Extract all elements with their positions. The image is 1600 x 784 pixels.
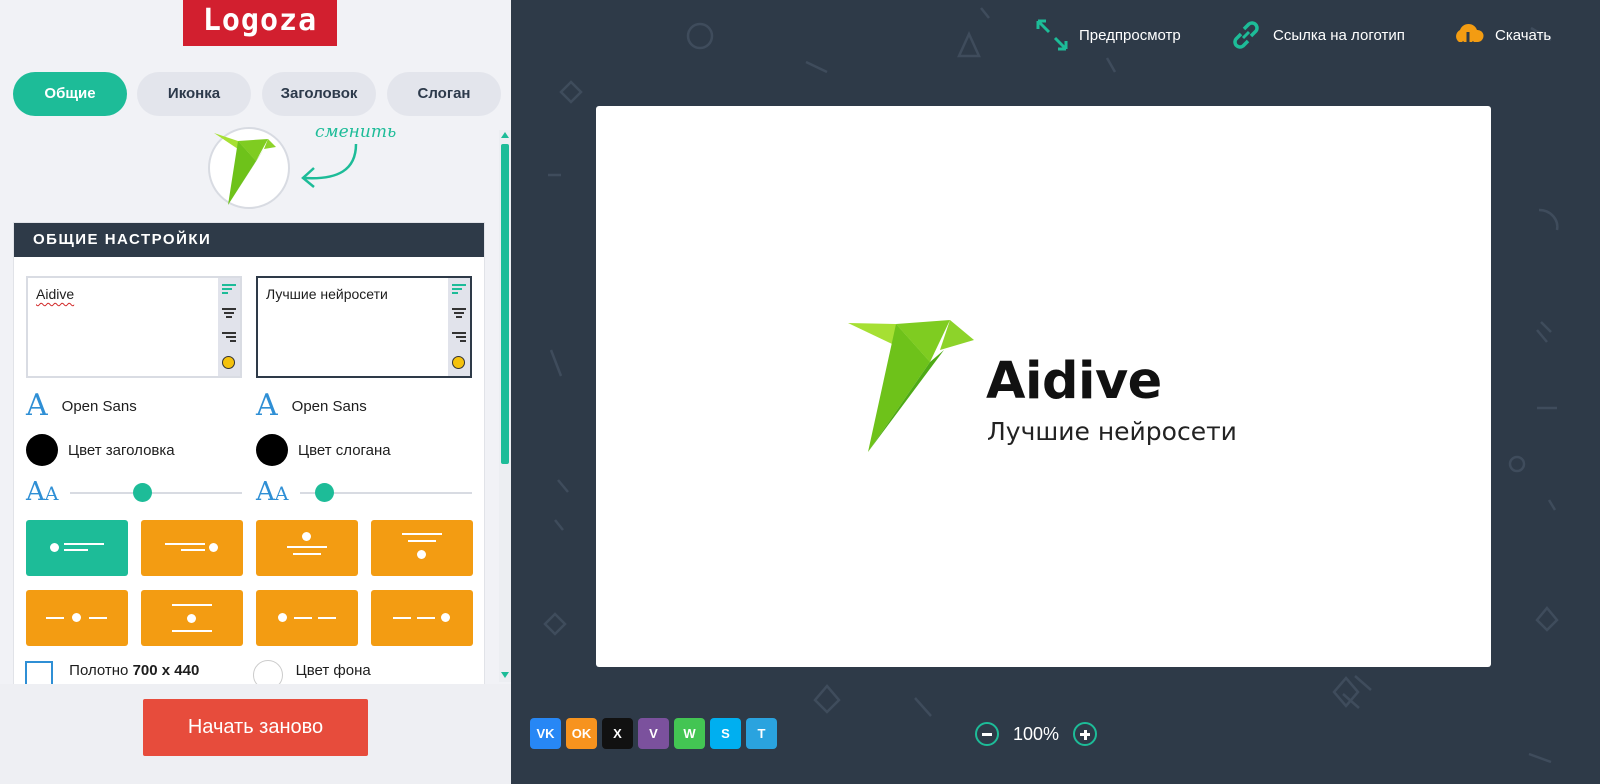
- layout-icon-inline-center[interactable]: [26, 590, 128, 646]
- layout-icon-middle[interactable]: [371, 520, 473, 576]
- general-settings-card: ОБЩИЕ НАСТРОЙКИ Aidive Лучшие нейросети …: [13, 222, 485, 692]
- align-center-icon[interactable]: [452, 308, 466, 320]
- preview-label: Предпросмотр: [1079, 26, 1181, 44]
- title-text-value[interactable]: Aidive: [36, 286, 74, 302]
- align-right-icon[interactable]: [222, 332, 236, 344]
- logo-slogan: Лучшие нейросети: [987, 417, 1237, 446]
- slogan-font-select[interactable]: A Open Sans: [256, 391, 367, 421]
- title-color-swatch[interactable]: [26, 434, 58, 466]
- slogan-size-slider[interactable]: AA: [256, 477, 472, 507]
- skype-icon[interactable]: S: [710, 718, 741, 749]
- slogan-color-label: Цвет слогана: [298, 441, 391, 459]
- fullscreen-icon: [1036, 19, 1068, 51]
- x-icon[interactable]: X: [602, 718, 633, 749]
- font-size-icon: AA: [26, 477, 59, 507]
- align-left-icon[interactable]: [452, 284, 466, 296]
- download-button[interactable]: Скачать: [1451, 18, 1551, 52]
- logo-link-button[interactable]: Ссылка на логотип: [1229, 18, 1405, 52]
- vk-icon[interactable]: VK: [530, 718, 561, 749]
- preview-button[interactable]: Предпросмотр: [1035, 18, 1181, 52]
- download-label: Скачать: [1495, 26, 1552, 44]
- slogan-color-picker[interactable]: Цвет слогана: [256, 434, 391, 466]
- layout-icon-inline-left[interactable]: [256, 590, 358, 646]
- layout-icon-bottom[interactable]: [141, 590, 243, 646]
- bg-color-label: Цвет фона: [295, 661, 371, 679]
- restart-button[interactable]: Начать заново: [143, 699, 368, 756]
- slogan-font-name: Open Sans: [291, 397, 367, 415]
- bird-icon: [848, 320, 974, 452]
- title-color-label: Цвет заголовка: [68, 441, 175, 459]
- tab-slogan[interactable]: Слоган: [387, 72, 501, 116]
- cloud-download-icon: [1456, 23, 1484, 51]
- slider-handle[interactable]: [132, 483, 152, 502]
- font-icon: A: [26, 388, 48, 423]
- whatsapp-icon[interactable]: W: [674, 718, 705, 749]
- settings-scrollbar[interactable]: [499, 130, 511, 682]
- change-icon-label[interactable]: сменить: [315, 122, 396, 142]
- slogan-color-swatch[interactable]: [256, 434, 288, 466]
- title-size-slider[interactable]: AA: [26, 477, 242, 507]
- layout-icon-top[interactable]: [256, 520, 358, 576]
- align-left-icon[interactable]: [222, 284, 236, 296]
- tab-title[interactable]: Заголовок: [262, 72, 376, 116]
- title-font-select[interactable]: A Open Sans: [26, 391, 137, 421]
- zoom-level: 100%: [1013, 723, 1060, 744]
- layout-icon-right[interactable]: [141, 520, 243, 576]
- tab-general[interactable]: Общие: [13, 72, 127, 116]
- canvas-label: Полотно: [69, 661, 129, 679]
- scroll-down-icon[interactable]: [501, 672, 509, 678]
- align-center-icon[interactable]: [222, 308, 236, 320]
- canvas-size-value: 700 x 440: [132, 661, 200, 679]
- icon-preview[interactable]: [208, 127, 290, 209]
- curved-arrow-icon: [301, 143, 358, 188]
- zoom-out-button[interactable]: [975, 722, 999, 746]
- zoom-control: 100%: [975, 718, 1098, 750]
- slider-track[interactable]: [70, 492, 242, 494]
- logo-canvas[interactable]: Aidive Лучшие нейросети: [596, 106, 1491, 667]
- settings-header: ОБЩИЕ НАСТРОЙКИ: [14, 223, 484, 257]
- slogan-textarea[interactable]: Лучшие нейросети: [256, 276, 472, 378]
- slogan-text-value[interactable]: Лучшие нейросети: [266, 286, 388, 302]
- title-align-controls: [218, 278, 240, 376]
- tab-icon[interactable]: Иконка: [137, 72, 251, 116]
- font-size-icon: AA: [256, 477, 289, 507]
- link-icon: [1233, 21, 1259, 49]
- logoza-logo[interactable]: Logoza: [183, 0, 337, 46]
- scroll-thumb[interactable]: [501, 144, 509, 464]
- bird-icon: [214, 133, 276, 205]
- canvas-size-row[interactable]: Полотно 700 x 440 Цвет фона: [25, 656, 371, 690]
- preview-area: Предпросмотр Ссылка на логотип Скачать A…: [511, 0, 1600, 784]
- bottom-bar: Начать заново: [0, 684, 511, 784]
- zoom-in-button[interactable]: [1073, 722, 1098, 746]
- settings-panel: Logoza Общие Иконка Заголовок Слоган сме…: [0, 0, 511, 784]
- slider-handle[interactable]: [314, 483, 334, 502]
- slogan-align-controls: [448, 278, 470, 376]
- font-icon: A: [256, 388, 278, 423]
- scroll-up-icon[interactable]: [501, 132, 509, 138]
- layout-icon-left[interactable]: [26, 520, 128, 576]
- align-right-icon[interactable]: [452, 332, 466, 344]
- title-color-picker[interactable]: Цвет заголовка: [26, 434, 175, 466]
- share-buttons: VK OK X V W S T: [530, 718, 782, 749]
- odnoklassniki-icon[interactable]: OK: [566, 718, 597, 749]
- layout-icon-inline-right[interactable]: [371, 590, 473, 646]
- logo-title: Aidive: [986, 352, 1162, 411]
- logo-link-label: Ссылка на логотип: [1273, 26, 1405, 44]
- emoji-icon[interactable]: [222, 356, 235, 369]
- emoji-icon[interactable]: [452, 356, 465, 369]
- title-textarea[interactable]: Aidive: [26, 276, 242, 378]
- tabs: Общие Иконка Заголовок Слоган: [13, 72, 508, 116]
- viber-icon[interactable]: V: [638, 718, 669, 749]
- title-font-name: Open Sans: [61, 397, 137, 415]
- telegram-icon[interactable]: T: [746, 718, 777, 749]
